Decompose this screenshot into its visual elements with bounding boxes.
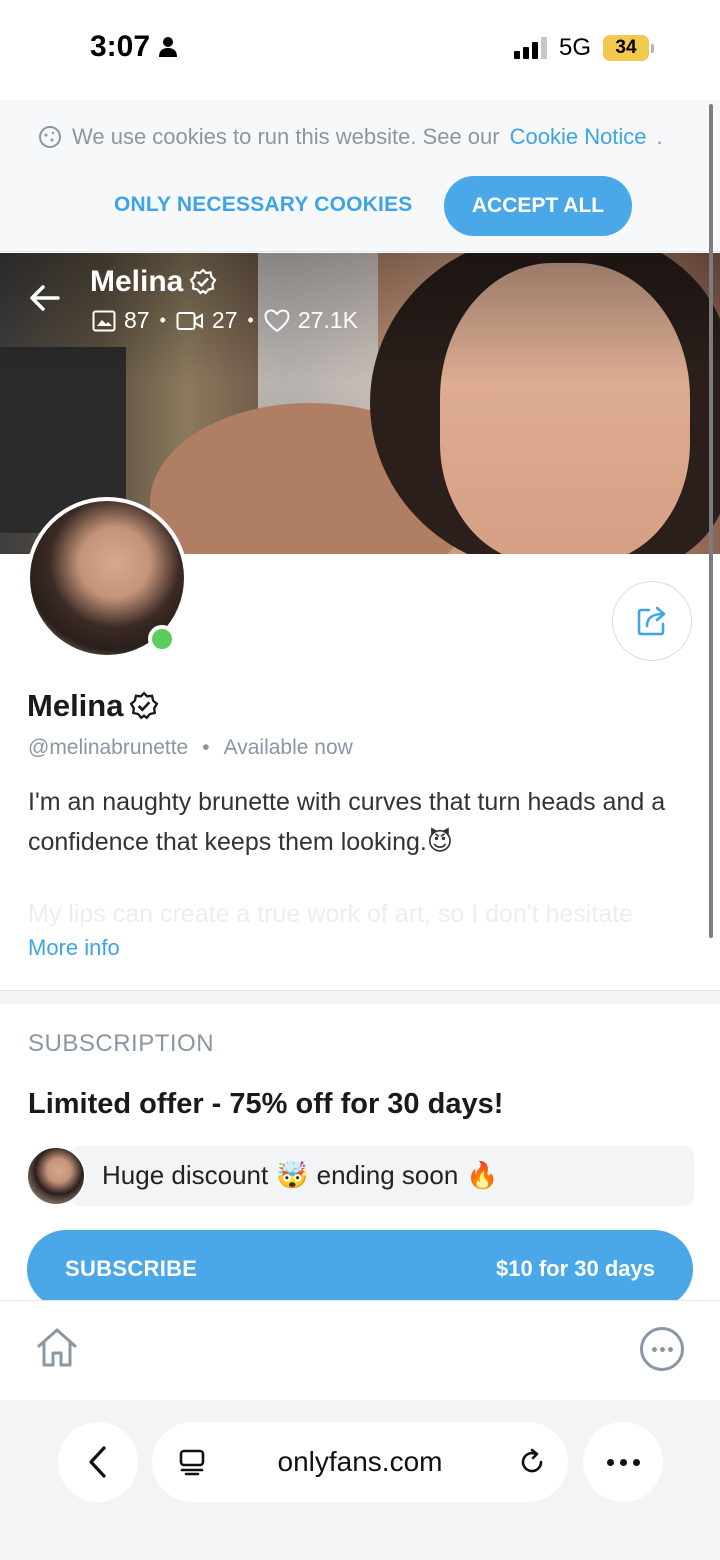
battery-icon: 34 [603,35,654,61]
discount-message: Huge discount 🤯 ending soon 🔥 [26,1146,694,1206]
verified-icon [130,691,159,720]
videos-count: 27 [211,307,238,333]
offer-title: Limited offer - 75% off for 30 days! [28,1088,504,1120]
accept-all-button[interactable]: ACCEPT ALL [444,176,632,236]
likes-stat: 27.1K [264,307,358,334]
heart-icon [264,308,290,332]
signal-icon [513,37,547,59]
video-icon [176,311,203,330]
time-text: 3:07 [90,30,151,63]
mind-blown-emoji: 🤯 [276,1160,309,1190]
discount-text-1: Huge discount [102,1160,269,1190]
bio-text: I'm an naughty brunette with curves that… [28,782,698,862]
cookie-icon [39,126,61,148]
cookie-banner: We use cookies to run this website. See … [0,100,720,252]
cover-name-text: Melina [90,265,184,298]
cover-name: Melina [90,265,217,299]
subscribe-label: SUBSCRIBE [65,1256,198,1281]
cookie-suffix: . [656,124,663,149]
home-icon[interactable] [34,1325,80,1371]
chevron-left-icon [89,1446,106,1478]
photos-stat: 87 [92,307,150,334]
only-necessary-cookies-button[interactable]: ONLY NECESSARY COOKIES [104,180,422,230]
subscribe-button[interactable]: SUBSCRIBE $10 for 30 days [27,1230,693,1308]
discount-text: Huge discount 🤯 ending soon 🔥 [102,1160,499,1191]
network-type: 5G [558,34,591,61]
section-divider [0,990,720,1004]
battery-level: 34 [603,35,649,61]
verified-icon [189,268,217,295]
subscribe-price: $10 for 30 days [496,1256,655,1281]
browser-toolbar: onlyfans.com [0,1400,720,1560]
discount-text-2: ending soon [316,1160,459,1190]
more-options-icon[interactable] [640,1327,684,1371]
availability-status: Available now [223,736,353,759]
image-icon [92,310,116,331]
videos-stat: 27 [176,307,238,334]
person-icon [159,37,178,57]
share-icon [637,606,666,636]
subscription-heading: SUBSCRIPTION [28,1030,215,1057]
fire-emoji: 🔥 [466,1160,499,1190]
share-button[interactable] [612,581,692,661]
more-info-link[interactable]: More info [28,935,120,961]
cookie-message: We use cookies to run this website. See … [72,124,500,149]
browser-menu-button[interactable] [583,1422,663,1502]
cover-stats: 87 • 27 • 27.1K [92,307,358,334]
bio-faded-text: My lips can create a true work of art, s… [28,900,634,928]
status-indicators: 5G 34 [513,34,654,62]
photos-count: 87 [124,307,150,333]
profile-name-text: Melina [27,688,124,723]
profile-handle: @melinabrunette [28,736,189,759]
back-arrow-icon[interactable] [28,281,62,315]
devil-emoji: 😈 [426,828,453,856]
url-text: onlyfans.com [277,1446,443,1477]
app-bottom-nav [0,1300,720,1410]
address-bar[interactable]: onlyfans.com [152,1422,568,1502]
profile-handle-row: @melinabrunette • Available now [28,736,353,759]
status-bar: 3:07 5G 34 [0,0,720,100]
cookie-notice-link[interactable]: Cookie Notice [510,124,647,150]
cookie-text: We use cookies to run this website. See … [38,124,663,150]
browser-back-button[interactable] [58,1422,138,1502]
discount-avatar [26,1146,86,1206]
bio-body: I'm an naughty brunette with curves that… [28,788,666,856]
likes-count: 27.1K [297,307,358,333]
online-indicator [148,625,176,653]
reload-icon[interactable] [518,1448,546,1476]
scrollbar[interactable] [709,104,713,938]
status-time: 3:07 [90,30,178,64]
profile-name: Melina [27,688,159,724]
